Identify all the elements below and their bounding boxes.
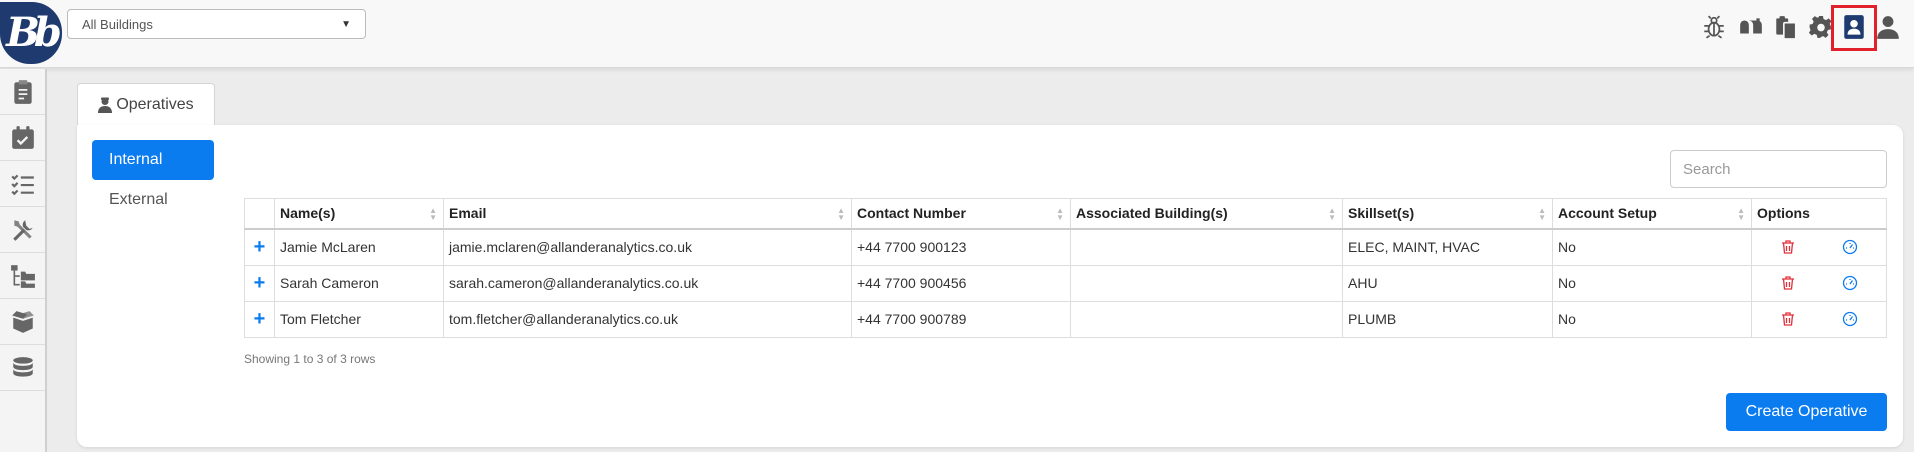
cell-skills: ELEC, MAINT, HVAC — [1342, 228, 1553, 266]
cell-phone: +44 7700 900789 — [851, 300, 1071, 338]
expand-column-header — [244, 198, 275, 230]
column-header-contact[interactable]: Contact Number ▲ ▼ — [851, 198, 1071, 230]
column-header-options: Options — [1751, 198, 1887, 230]
speedometer-icon[interactable] — [1842, 311, 1858, 327]
table-header-row: Name(s) ▲ ▼ Email ▲ ▼ Contact Number ▲ ▼ Assoc… — [244, 198, 1887, 230]
bug-icon[interactable] — [1700, 13, 1728, 41]
cell-options — [1751, 228, 1887, 266]
cell-buildings — [1070, 264, 1343, 302]
tab-label: Operatives — [116, 96, 194, 113]
search-input[interactable] — [1670, 150, 1887, 188]
cell-name: Sarah Cameron — [274, 264, 444, 302]
column-header-email[interactable]: Email ▲ ▼ — [443, 198, 852, 230]
sidebar-item-calendar[interactable] — [0, 115, 45, 161]
operatives-table: Name(s) ▲ ▼ Email ▲ ▼ Contact Number ▲ ▼ Assoc… — [244, 198, 1887, 338]
clipboard-icon — [13, 79, 32, 104]
sidebar-item-database[interactable] — [0, 345, 45, 391]
table-row: + Jamie McLaren jamie.mclaren@allanderan… — [244, 228, 1887, 266]
cell-email: sarah.cameron@allanderanalytics.co.uk — [443, 264, 852, 302]
cell-email: tom.fletcher@allanderanalytics.co.uk — [443, 300, 852, 338]
cell-buildings — [1070, 300, 1343, 338]
building-select[interactable]: All Buildings ▼ — [67, 9, 366, 39]
chevron-down-icon: ▼ — [341, 18, 351, 30]
top-bar: Bb All Buildings ▼ — [0, 0, 1914, 68]
app-logo[interactable]: Bb — [0, 2, 62, 64]
cell-options — [1751, 264, 1887, 302]
pill-internal[interactable]: Internal — [92, 140, 214, 180]
building-select-value: All Buildings — [82, 16, 153, 32]
cell-options — [1751, 300, 1887, 338]
box-icon — [11, 310, 34, 333]
sidebar-item-tasks[interactable] — [0, 161, 45, 207]
cell-name: Tom Fletcher — [274, 300, 444, 338]
cell-name: Jamie McLaren — [274, 228, 444, 266]
documents-icon[interactable] — [1772, 13, 1800, 41]
cell-phone: +44 7700 900123 — [851, 228, 1071, 266]
cell-setup: No — [1552, 228, 1752, 266]
create-operative-button[interactable]: Create Operative — [1726, 393, 1887, 431]
calendar-check-icon — [11, 125, 34, 149]
sidebar — [0, 69, 47, 452]
pill-external[interactable]: External — [92, 180, 214, 220]
cell-buildings — [1070, 228, 1343, 266]
column-header-account-setup[interactable]: Account Setup ▲ ▼ — [1552, 198, 1752, 230]
cell-setup: No — [1552, 300, 1752, 338]
highlight-frame — [1831, 5, 1877, 51]
speedometer-icon[interactable] — [1842, 275, 1858, 291]
cell-skills: PLUMB — [1342, 300, 1553, 338]
pagination-info: Showing 1 to 3 of 3 rows — [244, 352, 376, 366]
expand-row-button[interactable]: + — [244, 264, 275, 302]
trash-icon[interactable] — [1780, 311, 1796, 327]
user-icon[interactable] — [1874, 13, 1902, 41]
task-list-icon — [10, 174, 34, 195]
sidebar-item-box[interactable] — [0, 299, 45, 345]
cell-phone: +44 7700 900456 — [851, 264, 1071, 302]
database-icon — [12, 356, 33, 377]
tools-icon — [12, 219, 33, 241]
tab-operatives[interactable]: Operatives — [77, 83, 215, 126]
mailbox-icon[interactable] — [1737, 13, 1765, 41]
column-header-skillsets[interactable]: Skillset(s) ▲ ▼ — [1342, 198, 1553, 230]
folder-tree-icon — [10, 264, 35, 288]
trash-icon[interactable] — [1780, 275, 1796, 291]
column-header-buildings[interactable]: Associated Building(s) ▲ ▼ — [1070, 198, 1343, 230]
table-row: + Sarah Cameron sarah.cameron@allanderan… — [244, 264, 1887, 302]
cell-email: jamie.mclaren@allanderanalytics.co.uk — [443, 228, 852, 266]
expand-row-button[interactable]: + — [244, 228, 275, 266]
sidebar-item-clipboard[interactable] — [0, 69, 45, 115]
cell-skills: AHU — [1342, 264, 1553, 302]
table-row: + Tom Fletcher tom.fletcher@allanderanal… — [244, 300, 1887, 338]
speedometer-icon[interactable] — [1842, 239, 1858, 255]
sidebar-item-tools[interactable] — [0, 207, 45, 253]
column-header-names[interactable]: Name(s) ▲ ▼ — [274, 198, 444, 230]
operatives-panel: Internal External Name(s)▲▼ Email▲▼ Cont… — [77, 125, 1903, 447]
trash-icon[interactable] — [1780, 239, 1796, 255]
expand-row-button[interactable]: + — [244, 300, 275, 338]
cell-setup: No — [1552, 264, 1752, 302]
sidebar-item-folders[interactable] — [0, 253, 45, 299]
operative-icon — [98, 97, 113, 113]
